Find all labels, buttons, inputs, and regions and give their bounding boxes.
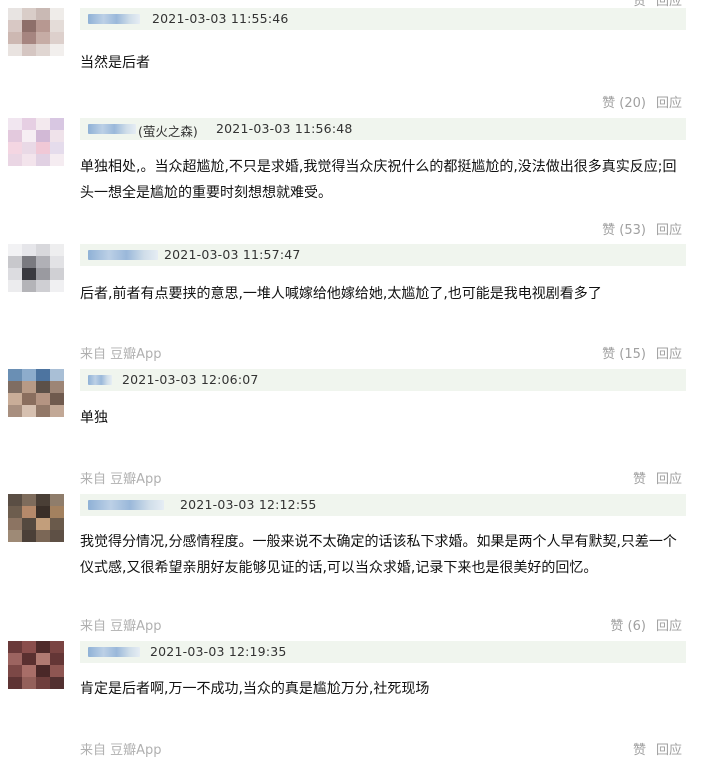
comment-timestamp: 2021-03-03 11:57:47 [164, 247, 301, 262]
comment-source: 来自 豆瓣App [80, 619, 162, 634]
reply-button[interactable]: 回应 [656, 343, 682, 362]
like-button[interactable]: 赞 (6) [610, 615, 646, 634]
comment-meta-bar: 2021-03-03 11:55:46 [80, 8, 686, 30]
comment-text: 后者,前者有点要挟的意思,一堆人喊嫁给他嫁给她,太尴尬了,也可能是我电视剧看多了 [80, 286, 602, 302]
username-link[interactable] [88, 124, 136, 134]
comment-actions: 赞 回应 [633, 739, 682, 758]
reply-button[interactable]: 回应 [656, 219, 682, 238]
like-button[interactable]: 赞 (53) [602, 219, 646, 238]
avatar[interactable] [8, 244, 64, 292]
comment-source: 来自 豆瓣App [80, 743, 162, 758]
reply-button[interactable]: 回应 [656, 468, 682, 487]
username-link[interactable] [88, 647, 140, 657]
avatar[interactable] [8, 641, 64, 689]
comment-actions: 赞 (53) 回应 [602, 219, 682, 238]
comment-source: 来自 豆瓣App [80, 347, 162, 362]
comment-timestamp: 2021-03-03 12:19:35 [150, 644, 287, 659]
comment-timestamp: 2021-03-03 12:12:55 [180, 497, 317, 512]
reply-button[interactable]: 回应 [656, 92, 682, 111]
comment-meta-bar: 2021-03-03 12:12:55 [80, 494, 686, 516]
like-button[interactable]: 赞 [633, 739, 646, 758]
avatar[interactable] [8, 369, 64, 417]
username-link[interactable] [88, 14, 140, 24]
comment-meta-bar: 2021-03-03 12:06:07 [80, 369, 686, 391]
like-button[interactable]: 赞 (20) [602, 92, 646, 111]
reply-button[interactable]: 回应 [656, 615, 682, 634]
avatar[interactable] [8, 8, 64, 56]
avatar[interactable] [8, 118, 64, 166]
comment-text: 当然是后者 [80, 55, 150, 71]
username-suffix: (萤火之森) [138, 124, 198, 139]
comment-actions: 赞 (15) 回应 [602, 343, 682, 362]
comment-actions: 赞 (20) 回应 [602, 92, 682, 111]
like-button[interactable]: 赞 (15) [602, 343, 646, 362]
like-button[interactable]: 赞 [633, 468, 646, 487]
comment-timestamp: 2021-03-03 11:56:48 [216, 121, 353, 136]
username-link[interactable] [88, 250, 158, 260]
comment-text: 肯定是后者啊,万一不成功,当众的真是尴尬万分,社死现场 [80, 681, 430, 697]
comment-timestamp: 2021-03-03 12:06:07 [122, 372, 259, 387]
comment-text: 单独相处,。当众超尴尬,不只是求婚,我觉得当众庆祝什么的都挺尴尬的,没法做出很多… [80, 159, 677, 201]
comment-meta-bar: (萤火之森) 2021-03-03 11:56:48 [80, 118, 686, 140]
username-link[interactable] [88, 375, 112, 385]
comment-text: 我觉得分情况,分感情程度。一般来说不太确定的话该私下求婚。如果是两个人早有默契,… [80, 534, 677, 576]
comment-timestamp: 2021-03-03 11:55:46 [152, 11, 289, 26]
username-link[interactable] [88, 500, 164, 510]
comment-actions: 赞 (6) 回应 [610, 615, 682, 634]
comment-meta-bar: 2021-03-03 12:19:35 [80, 641, 686, 663]
comment-actions: 赞 回应 [633, 468, 682, 487]
avatar[interactable] [8, 494, 64, 542]
reply-button[interactable]: 回应 [656, 739, 682, 758]
comment-meta-bar: 2021-03-03 11:57:47 [80, 244, 686, 266]
comment-source: 来自 豆瓣App [80, 472, 162, 487]
comment-text: 单独 [80, 410, 108, 426]
